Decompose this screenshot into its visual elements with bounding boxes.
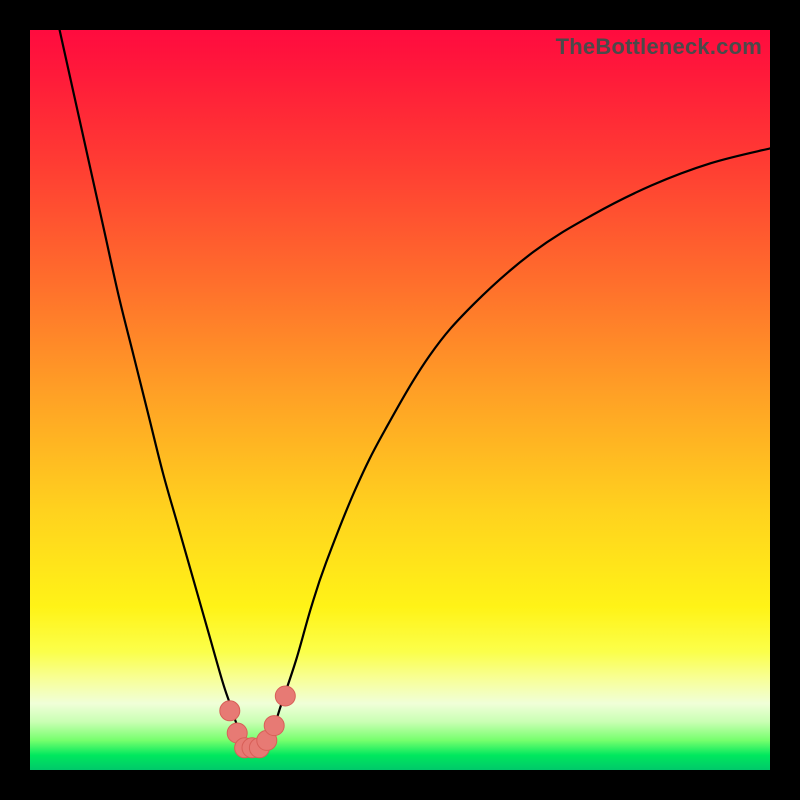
curve-path (60, 30, 770, 749)
optimum-marker (220, 701, 240, 721)
plot-area: TheBottleneck.com (30, 30, 770, 770)
bottleneck-curve (30, 30, 770, 770)
optimum-marker (264, 716, 284, 736)
optimum-marker (275, 686, 295, 706)
chart-frame: TheBottleneck.com (0, 0, 800, 800)
optimum-markers (220, 686, 295, 758)
